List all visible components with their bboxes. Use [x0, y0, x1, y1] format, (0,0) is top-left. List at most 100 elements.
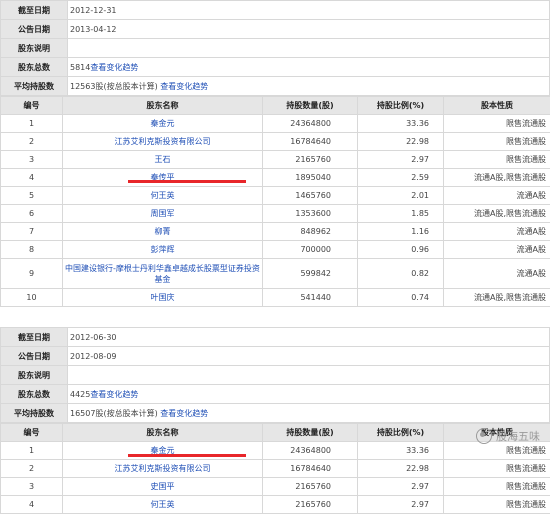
row-nature: 限售流通股 [444, 115, 550, 133]
row-shares: 2165760 [263, 478, 358, 496]
row-shares: 1895040 [263, 169, 358, 187]
average-trend-link[interactable]: 查看变化趋势 [160, 82, 208, 91]
row-nature: 限售流通股 [444, 442, 550, 460]
row-no: 5 [1, 187, 63, 205]
average-trend-link[interactable]: 查看变化趋势 [160, 409, 208, 418]
row-no: 6 [1, 205, 63, 223]
holders-header: 编号 股东名称 持股数量(股) 持股比例(%) 股本性质 [1, 424, 550, 442]
holder-name-link[interactable]: 何王英 [63, 496, 263, 514]
explain-value [68, 366, 550, 385]
row-no: 4 [1, 169, 63, 187]
row-ratio: 22.98 [358, 133, 444, 151]
row-ratio: 0.82 [358, 259, 444, 289]
row-shares: 24364800 [263, 442, 358, 460]
total-value: 4425查看变化趋势 [68, 385, 550, 404]
average-label: 平均持股数 [1, 404, 68, 423]
table-row: 2江苏艾利克斯投资有限公司1678464022.98限售流通股 [1, 460, 550, 478]
total-trend-link[interactable]: 查看变化趋势 [90, 63, 138, 72]
watermark: 股海五味 [476, 428, 540, 444]
row-nature: 流通A股 [444, 259, 550, 289]
table-row: 3史国平21657602.97限售流通股 [1, 478, 550, 496]
row-shares: 700000 [263, 241, 358, 259]
row-no: 1 [1, 442, 63, 460]
total-count: 5814 [70, 63, 90, 72]
holders-section-2: 截至日期2012-06-30 公告日期2012-08-09 股东说明 股东总数4… [0, 327, 550, 514]
row-no: 8 [1, 241, 63, 259]
holder-name-link[interactable]: 彭萍辉 [63, 241, 263, 259]
row-shares: 16784640 [263, 133, 358, 151]
table-row: 8彭萍辉7000000.96流通A股 [1, 241, 550, 259]
announce-value: 2012-08-09 [68, 347, 550, 366]
row-nature: 限售流通股 [444, 133, 550, 151]
announce-label: 公告日期 [1, 347, 68, 366]
explain-label: 股东说明 [1, 366, 68, 385]
col-name: 股东名称 [63, 97, 263, 115]
row-ratio: 22.98 [358, 460, 444, 478]
holders-header: 编号 股东名称 持股数量(股) 持股比例(%) 股本性质 [1, 97, 550, 115]
col-ratio: 持股比例(%) [358, 97, 444, 115]
holder-name-link[interactable]: 叶国庆 [63, 289, 263, 307]
row-shares: 599842 [263, 259, 358, 289]
average-label: 平均持股数 [1, 77, 68, 96]
row-no: 9 [1, 259, 63, 289]
table-row: 1秦金元2436480033.36限售流通股 [1, 442, 550, 460]
col-shares: 持股数量(股) [263, 97, 358, 115]
highlight-underline-1 [128, 180, 246, 183]
holder-name-link[interactable]: 王石 [63, 151, 263, 169]
table-row: 7柳菁8489621.16流通A股 [1, 223, 550, 241]
row-no: 10 [1, 289, 63, 307]
row-nature: 流通A股,限售流通股 [444, 205, 550, 223]
explain-label: 股东说明 [1, 39, 68, 58]
row-no: 1 [1, 115, 63, 133]
row-nature: 限售流通股 [444, 496, 550, 514]
row-nature: 流通A股,限售流通股 [444, 289, 550, 307]
holder-name-link[interactable]: 中国建设银行-摩根士丹利华鑫卓越成长股票型证券投资基金 [63, 259, 263, 289]
row-ratio: 1.85 [358, 205, 444, 223]
table-row: 5何王英14657602.01流通A股 [1, 187, 550, 205]
row-shares: 2165760 [263, 496, 358, 514]
holder-name-link[interactable]: 江苏艾利克斯投资有限公司 [63, 133, 263, 151]
col-name: 股东名称 [63, 424, 263, 442]
table-row: 4何王英21657602.97限售流通股 [1, 496, 550, 514]
table-row: 10叶国庆5414400.74流通A股,限售流通股 [1, 289, 550, 307]
holder-name-link[interactable]: 史国平 [63, 478, 263, 496]
highlight-underline-2 [128, 454, 246, 457]
average-count: 12563股(按总股本计算) [70, 82, 158, 91]
table-row: 6周国军13536001.85流通A股,限售流通股 [1, 205, 550, 223]
row-ratio: 2.97 [358, 478, 444, 496]
holder-name-link[interactable]: 何王英 [63, 187, 263, 205]
row-nature: 流通A股,限售流通股 [444, 169, 550, 187]
holder-name-link[interactable]: 秦传平 [63, 169, 263, 187]
watermark-text: 股海五味 [496, 428, 540, 444]
holder-name-link[interactable]: 柳菁 [63, 223, 263, 241]
row-ratio: 33.36 [358, 115, 444, 133]
holder-name-link[interactable]: 周国军 [63, 205, 263, 223]
total-count: 4425 [70, 390, 90, 399]
row-nature: 流通A股 [444, 241, 550, 259]
row-nature: 流通A股 [444, 223, 550, 241]
row-nature: 流通A股 [444, 187, 550, 205]
row-ratio: 2.01 [358, 187, 444, 205]
holders-table-2: 编号 股东名称 持股数量(股) 持股比例(%) 股本性质 1秦金元2436480… [0, 423, 550, 514]
total-label: 股东总数 [1, 58, 68, 77]
row-shares: 2165760 [263, 151, 358, 169]
announce-value: 2013-04-12 [68, 20, 550, 39]
row-nature: 限售流通股 [444, 478, 550, 496]
row-no: 2 [1, 460, 63, 478]
col-ratio: 持股比例(%) [358, 424, 444, 442]
col-no: 编号 [1, 97, 63, 115]
holder-name-link[interactable]: 江苏艾利克斯投资有限公司 [63, 460, 263, 478]
section-divider [0, 307, 550, 327]
average-count: 16507股(按总股本计算) [70, 409, 158, 418]
announce-label: 公告日期 [1, 20, 68, 39]
deadline-value: 2012-06-30 [68, 328, 550, 347]
table-row: 1秦金元2436480033.36限售流通股 [1, 115, 550, 133]
row-nature: 限售流通股 [444, 151, 550, 169]
row-no: 4 [1, 496, 63, 514]
row-no: 3 [1, 478, 63, 496]
total-trend-link[interactable]: 查看变化趋势 [90, 390, 138, 399]
holders-table-1: 编号 股东名称 持股数量(股) 持股比例(%) 股本性质 1秦金元2436480… [0, 96, 550, 307]
table-row: 9中国建设银行-摩根士丹利华鑫卓越成长股票型证券投资基金5998420.82流通… [1, 259, 550, 289]
holder-name-link[interactable]: 秦金元 [63, 115, 263, 133]
average-value: 16507股(按总股本计算) 查看变化趋势 [68, 404, 550, 423]
